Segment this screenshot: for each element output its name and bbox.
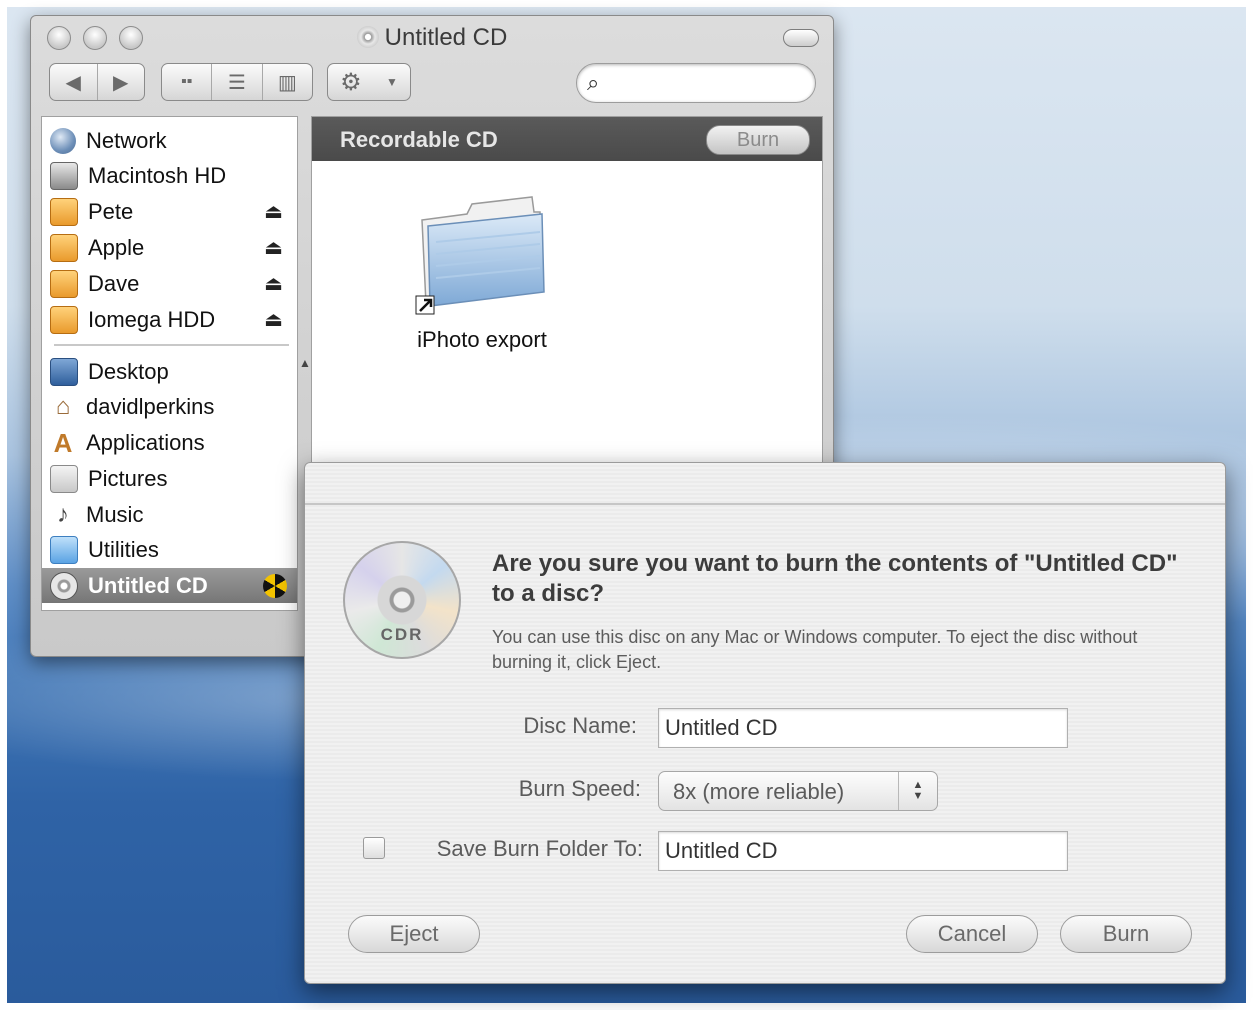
eject-icon[interactable]: ⏏ <box>264 235 283 260</box>
scroll-up-arrow-icon[interactable]: ▲ <box>299 356 311 370</box>
utilities-folder-icon <box>50 535 78 564</box>
sheet-top-bar <box>305 463 1225 505</box>
dialog-message: You can use this disc on any Mac or Wind… <box>492 627 1138 672</box>
folder-alias-icon[interactable] <box>412 192 552 322</box>
dialog-title: Are you sure you want to burn the conten… <box>492 550 1178 607</box>
cdr-label: CDR <box>380 625 424 644</box>
search-input[interactable] <box>617 70 806 96</box>
sidebar-item-network[interactable]: Network <box>42 123 297 158</box>
shared-volume-icon <box>50 197 78 226</box>
eject-button[interactable]: Eject <box>348 915 480 953</box>
eject-icon[interactable]: ⏏ <box>264 199 283 224</box>
window-title: Untitled CD <box>31 24 833 52</box>
sidebar-item-pictures[interactable]: Pictures <box>42 461 297 496</box>
burn-icon[interactable] <box>263 573 287 598</box>
shared-volume-icon <box>50 305 78 334</box>
forward-arrow-icon: ▶ <box>113 71 129 94</box>
back-arrow-icon: ◀ <box>65 71 81 94</box>
sidebar-item-label: Apple <box>88 234 145 260</box>
burn-bar-label: Recordable CD <box>340 127 498 152</box>
cd-icon <box>356 26 379 48</box>
back-forward-control: ◀ ▶ <box>49 63 145 101</box>
network-icon <box>50 127 76 154</box>
window-title-text: Untitled CD <box>384 24 508 51</box>
disc-name-field <box>658 708 1068 748</box>
icon-view-icon: ▪▪ <box>180 73 193 90</box>
title-bar[interactable]: Untitled CD <box>31 16 833 60</box>
disc-name-label: Disc Name: <box>523 713 637 738</box>
pictures-icon <box>50 464 78 493</box>
folder-label: iPhoto export <box>417 327 547 352</box>
sidebar-item-utilities[interactable]: Utilities <box>42 532 297 567</box>
column-view-button[interactable]: ▥ <box>263 64 312 100</box>
gear-icon: ⚙ <box>340 68 362 96</box>
sidebar-item-label: Music <box>86 501 144 527</box>
sidebar: Network Macintosh HD Pete ⏏ Apple ⏏ Dave… <box>41 116 298 611</box>
sidebar-item-label: Macintosh HD <box>88 162 227 188</box>
content-area: Recordable CD Burn iPhoto export <box>311 116 823 478</box>
shared-volume-icon <box>50 233 78 262</box>
sidebar-item-music[interactable]: ♪ Music <box>42 497 297 532</box>
desktop-icon <box>50 357 78 386</box>
sidebar-item-label: Desktop <box>88 358 169 384</box>
sidebar-item-pete[interactable]: Pete ⏏ <box>42 194 297 229</box>
burn-bar-button[interactable]: Burn <box>706 125 810 155</box>
search-icon: ⌕ <box>587 70 600 95</box>
column-view-icon: ▥ <box>277 71 297 94</box>
forward-button[interactable]: ▶ <box>98 64 145 100</box>
music-icon: ♪ <box>57 500 69 528</box>
burn-speed-label: Burn Speed: <box>518 776 641 801</box>
burn-speed-select[interactable]: 8x (more reliable) ▲ ▼ <box>658 771 938 811</box>
burn-dialog: CDR Are you sure you want to burn the co… <box>304 462 1226 984</box>
sidebar-item-apple[interactable]: Apple ⏏ <box>42 230 297 265</box>
save-burn-folder-label: Save Burn Folder To: <box>436 836 643 861</box>
sidebar-item-label: Utilities <box>88 536 159 562</box>
save-burn-folder-checkbox[interactable] <box>363 837 385 859</box>
sidebar-item-label: Pete <box>88 198 134 224</box>
sidebar-item-label: Untitled CD <box>88 572 208 598</box>
home-icon: ⌂ <box>55 392 71 420</box>
sidebar-item-label: Dave <box>88 270 140 296</box>
sidebar-item-iomega-hdd[interactable]: Iomega HDD ⏏ <box>42 302 297 337</box>
burn-button[interactable]: Burn <box>1060 915 1192 953</box>
sidebar-item-label: Pictures <box>88 465 168 491</box>
sidebar-divider <box>54 344 289 346</box>
cdr-disc-icon: CDR <box>343 541 461 659</box>
action-menu-button[interactable]: ⚙ ▼ <box>327 63 411 101</box>
save-burn-folder-field <box>658 831 1068 871</box>
list-view-button[interactable]: ☰ <box>212 64 263 100</box>
save-burn-folder-input[interactable] <box>659 832 1067 870</box>
sidebar-item-untitled-cd[interactable]: Untitled CD <box>42 568 297 603</box>
cd-icon <box>50 571 78 600</box>
sidebar-item-label: Network <box>86 127 167 153</box>
chevron-down-icon: ▼ <box>385 75 398 89</box>
sidebar-item-label: Applications <box>86 429 205 455</box>
sidebar-item-applications[interactable]: A Applications <box>42 425 297 460</box>
cancel-button[interactable]: Cancel <box>906 915 1038 953</box>
burn-bar: Recordable CD Burn <box>312 117 822 161</box>
burn-speed-value: 8x (more reliable) <box>673 779 845 804</box>
eject-icon[interactable]: ⏏ <box>264 307 283 332</box>
view-mode-control: ▪▪ ☰ ▥ <box>161 63 313 101</box>
icon-view-button[interactable]: ▪▪ <box>162 64 213 100</box>
back-button[interactable]: ◀ <box>50 64 98 100</box>
search-field[interactable]: ⌕ <box>576 63 816 103</box>
applications-icon: A <box>53 427 73 458</box>
hard-drive-icon <box>50 161 78 190</box>
shared-volume-icon <box>50 269 78 298</box>
sidebar-item-label: davidlperkins <box>86 393 215 419</box>
stepper-arrows-icon: ▲ ▼ <box>898 772 937 810</box>
list-view-icon: ☰ <box>228 71 246 94</box>
toolbar-toggle-button[interactable] <box>783 29 819 47</box>
disc-name-input[interactable] <box>659 709 1067 747</box>
sidebar-item-macintosh-hd[interactable]: Macintosh HD <box>42 158 297 193</box>
eject-icon[interactable]: ⏏ <box>264 271 283 296</box>
sidebar-item-desktop[interactable]: Desktop <box>42 354 297 389</box>
sidebar-item-label: Iomega HDD <box>88 306 216 332</box>
sidebar-item-dave[interactable]: Dave ⏏ <box>42 266 297 301</box>
sidebar-item-home[interactable]: ⌂ davidlperkins <box>42 389 297 424</box>
